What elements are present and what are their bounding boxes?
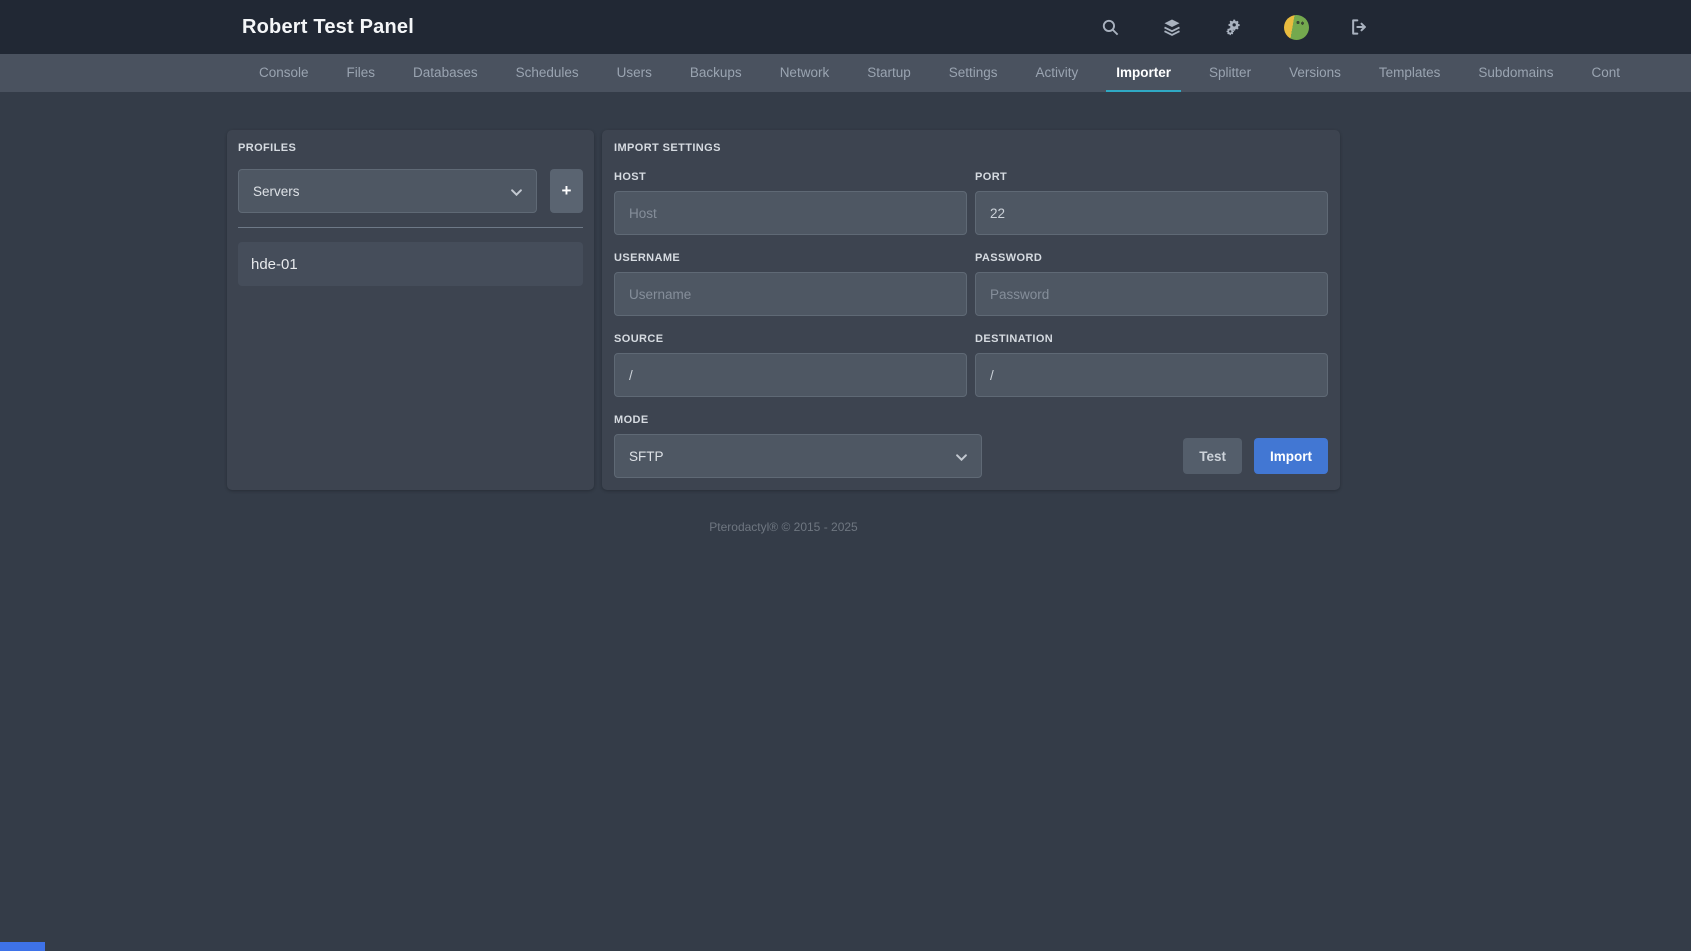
tab-console[interactable]: Console	[249, 54, 319, 92]
import-button[interactable]: Import	[1254, 438, 1328, 474]
server-subnav: Console Files Databases Schedules Users …	[0, 54, 1691, 92]
sign-out-icon[interactable]	[1347, 15, 1371, 39]
host-label: HOST	[614, 171, 967, 183]
tab-cont-truncated[interactable]: Cont	[1581, 54, 1630, 92]
header-actions	[1098, 15, 1371, 40]
tab-users[interactable]: Users	[607, 54, 662, 92]
user-avatar[interactable]	[1284, 15, 1309, 40]
username-input[interactable]	[614, 272, 967, 316]
page-title: Robert Test Panel	[242, 16, 414, 39]
tab-splitter[interactable]: Splitter	[1199, 54, 1261, 92]
layers-icon[interactable]	[1160, 15, 1184, 39]
mode-select-value: SFTP	[629, 449, 664, 464]
profile-name: hde-01	[251, 256, 298, 273]
chevron-down-icon	[511, 184, 522, 199]
search-icon[interactable]	[1098, 15, 1122, 39]
password-input[interactable]	[975, 272, 1328, 316]
source-input[interactable]	[614, 353, 967, 397]
header: Robert Test Panel	[0, 0, 1691, 54]
tab-activity[interactable]: Activity	[1026, 54, 1089, 92]
tab-settings[interactable]: Settings	[939, 54, 1008, 92]
tab-subdomains[interactable]: Subdomains	[1468, 54, 1563, 92]
tab-schedules[interactable]: Schedules	[506, 54, 589, 92]
profile-type-select-value: Servers	[253, 184, 300, 199]
destination-input[interactable]	[975, 353, 1328, 397]
mode-select[interactable]: SFTP	[614, 434, 982, 478]
port-label: PORT	[975, 171, 1328, 183]
gears-icon[interactable]	[1222, 15, 1246, 39]
tab-templates[interactable]: Templates	[1369, 54, 1451, 92]
profiles-title: PROFILES	[238, 142, 583, 154]
host-input[interactable]	[614, 191, 967, 235]
profile-type-select[interactable]: Servers	[238, 169, 537, 213]
tab-network[interactable]: Network	[770, 54, 840, 92]
profiles-divider	[238, 227, 583, 228]
add-profile-button[interactable]: +	[550, 169, 583, 213]
tab-startup[interactable]: Startup	[857, 54, 921, 92]
username-label: USERNAME	[614, 252, 967, 264]
tab-importer[interactable]: Importer	[1106, 54, 1181, 92]
copyright-footer: Pterodactyl® © 2015 - 2025	[227, 520, 1340, 534]
tab-databases[interactable]: Databases	[403, 54, 488, 92]
profile-list-item[interactable]: hde-01	[238, 242, 583, 286]
test-button[interactable]: Test	[1183, 438, 1242, 474]
import-settings-title: IMPORT SETTINGS	[614, 142, 1328, 154]
bottom-left-blue-fragment	[0, 942, 45, 951]
source-label: SOURCE	[614, 333, 967, 345]
tab-backups[interactable]: Backups	[680, 54, 752, 92]
port-input[interactable]	[975, 191, 1328, 235]
mode-label: MODE	[614, 414, 1328, 426]
import-settings-panel: IMPORT SETTINGS HOST PORT USERNAME PASSW…	[602, 130, 1340, 490]
password-label: PASSWORD	[975, 252, 1328, 264]
tab-files[interactable]: Files	[337, 54, 386, 92]
chevron-down-icon	[956, 449, 967, 464]
importer-page: PROFILES Servers + hde-01 IMPORT SETTING…	[227, 130, 1340, 490]
profiles-panel: PROFILES Servers + hde-01	[227, 130, 594, 490]
destination-label: DESTINATION	[975, 333, 1328, 345]
tab-versions[interactable]: Versions	[1279, 54, 1351, 92]
